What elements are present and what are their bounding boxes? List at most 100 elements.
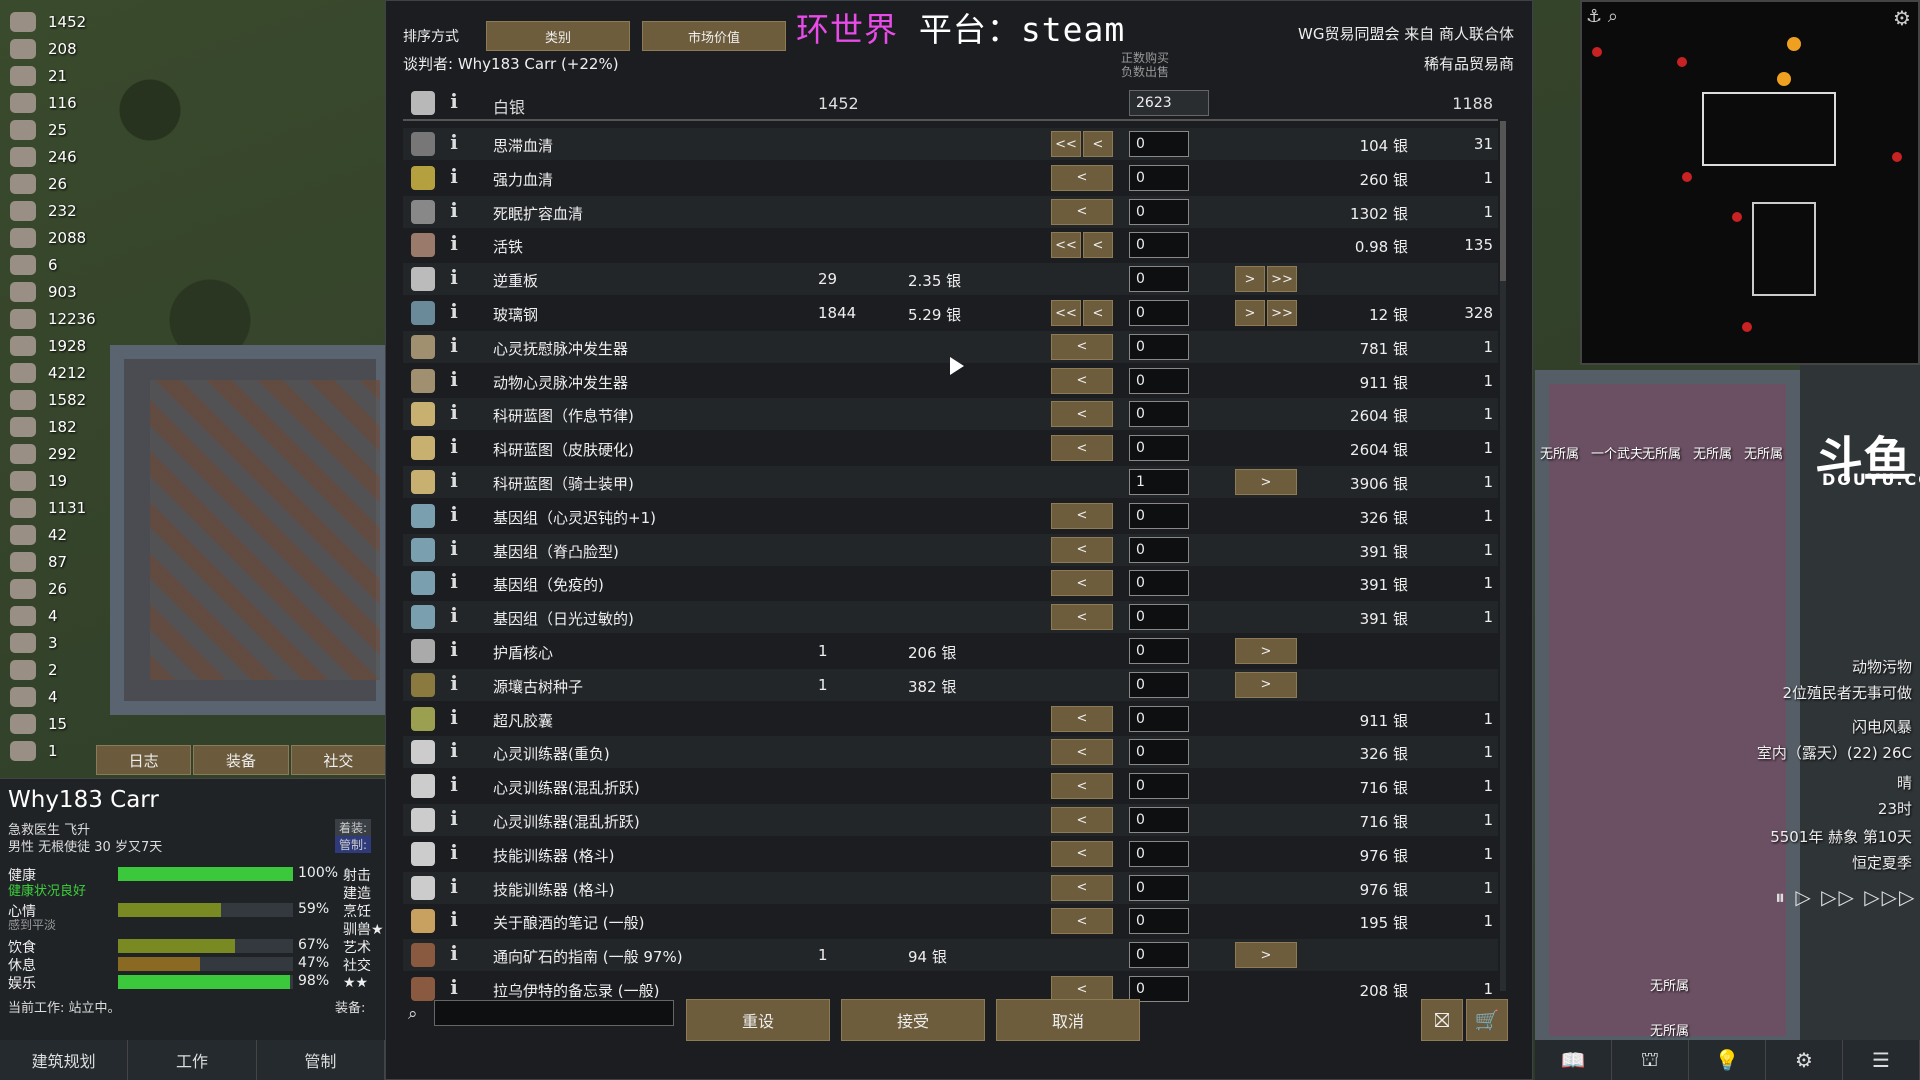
info-icon[interactable]: i	[443, 130, 465, 158]
sell-one-button[interactable]: <	[1083, 232, 1113, 259]
search-input[interactable]	[434, 1000, 674, 1026]
sell-button[interactable]: <	[1051, 435, 1113, 462]
resource-item[interactable]: 232	[0, 197, 110, 224]
resource-item[interactable]: 1582	[0, 386, 110, 413]
info-icon[interactable]: i	[443, 569, 465, 597]
info-icon[interactable]: i	[443, 400, 465, 428]
resource-item[interactable]: 4	[0, 602, 110, 629]
info-icon[interactable]: i	[443, 603, 465, 631]
book-icon[interactable]: 📖	[1535, 1040, 1612, 1080]
resource-item[interactable]: 15	[0, 710, 110, 737]
sell-button[interactable]: <	[1051, 367, 1113, 394]
info-icon[interactable]: i	[443, 840, 465, 868]
resource-item[interactable]: 87	[0, 548, 110, 575]
settings-icon[interactable]: ⚙	[1766, 1040, 1843, 1080]
qty-input[interactable]: 0	[1129, 874, 1189, 901]
anchor-icon[interactable]: ⚓ ⌕	[1586, 6, 1618, 27]
scroll-thumb[interactable]	[1500, 121, 1506, 281]
buy-button[interactable]: >	[1235, 671, 1297, 698]
qty-input[interactable]: 0	[1129, 739, 1189, 766]
qty-input[interactable]: 0	[1129, 671, 1189, 698]
sell-all-button[interactable]: <<	[1051, 131, 1081, 157]
qty-input[interactable]: 0	[1129, 367, 1189, 394]
status-text[interactable]: 动物污物	[1852, 656, 1912, 677]
sell-button[interactable]: <	[1051, 570, 1113, 597]
sell-button[interactable]: <	[1051, 705, 1113, 732]
reset-button[interactable]: 重设	[686, 999, 830, 1041]
resource-item[interactable]: 903	[0, 278, 110, 305]
sell-all-button[interactable]: <<	[1051, 232, 1081, 259]
resource-item[interactable]: 246	[0, 143, 110, 170]
info-icon[interactable]: i	[443, 164, 465, 192]
sell-one-button[interactable]: <	[1083, 300, 1113, 326]
info-icon[interactable]: i	[443, 874, 465, 902]
resource-item[interactable]: 21	[0, 62, 110, 89]
info-icon[interactable]: i	[443, 89, 465, 117]
menu-architect[interactable]: 建筑规划	[0, 1040, 129, 1080]
qty-input[interactable]: 0	[1129, 638, 1189, 664]
resource-item[interactable]: 2	[0, 656, 110, 683]
qty-input[interactable]: 0	[1129, 300, 1189, 326]
apparel-badge[interactable]: 着装:	[335, 819, 372, 836]
gear-icon[interactable]: ⚙	[1893, 6, 1911, 30]
info-icon[interactable]: i	[443, 502, 465, 530]
resource-item[interactable]: 42	[0, 521, 110, 548]
qty-input[interactable]: 0	[1129, 773, 1189, 800]
resource-item[interactable]: 6	[0, 251, 110, 278]
qty-input[interactable]: 0	[1129, 232, 1189, 259]
buy-all-button[interactable]: >>	[1267, 266, 1297, 293]
sell-button[interactable]: <	[1051, 198, 1113, 225]
sell-button[interactable]: <	[1051, 874, 1113, 901]
speed-controls[interactable]: ⏸ ▷ ▷▷ ▷▷▷	[1775, 885, 1916, 909]
info-icon[interactable]: i	[443, 671, 465, 699]
info-icon[interactable]: i	[443, 941, 465, 969]
resource-item[interactable]: 1928	[0, 332, 110, 359]
qty-input[interactable]: 0	[1129, 536, 1189, 563]
resource-item[interactable]: 26	[0, 170, 110, 197]
qty-input[interactable]: 0	[1129, 908, 1189, 935]
buy-one-button[interactable]: >	[1235, 266, 1265, 293]
qty-input[interactable]: 0	[1129, 570, 1189, 597]
cancel-button[interactable]: 取消	[996, 999, 1140, 1041]
info-icon[interactable]: i	[443, 705, 465, 733]
bed-owner-label[interactable]: 无所属	[1744, 443, 1783, 462]
info-icon[interactable]: i	[443, 231, 465, 259]
qty-input[interactable]: 0	[1129, 198, 1189, 225]
buy-button[interactable]: >	[1235, 638, 1297, 664]
info-icon[interactable]: i	[443, 772, 465, 800]
accept-button[interactable]: 接受	[841, 999, 985, 1041]
bed-owner-label[interactable]: 无所属	[1693, 443, 1732, 462]
info-icon[interactable]: i	[443, 434, 465, 462]
bed-owner-label[interactable]: 无所属	[1540, 443, 1579, 462]
sell-button[interactable]: <	[1051, 604, 1113, 631]
sell-button[interactable]: <	[1051, 840, 1113, 867]
info-icon[interactable]: i	[443, 806, 465, 834]
minimap[interactable]	[1580, 0, 1920, 365]
sort-value-button[interactable]: 市场价值	[642, 21, 786, 51]
qty-input[interactable]: 0	[1129, 435, 1189, 462]
resource-item[interactable]: 2088	[0, 224, 110, 251]
sell-button[interactable]: <	[1051, 536, 1113, 563]
resource-item[interactable]: 4	[0, 683, 110, 710]
info-icon[interactable]: i	[443, 367, 465, 395]
buy-button[interactable]: >	[1235, 942, 1297, 969]
sell-all-button[interactable]: <<	[1051, 300, 1081, 326]
sell-button[interactable]: <	[1051, 908, 1113, 935]
info-icon[interactable]: i	[443, 265, 465, 293]
qty-input[interactable]: 0	[1129, 266, 1189, 293]
cart-icon[interactable]: 🛒	[1466, 999, 1508, 1041]
status-text[interactable]: 2位殖民者无事可做	[1782, 682, 1912, 703]
qty-input[interactable]: 0	[1129, 840, 1189, 867]
bed-owner-label[interactable]: 无所属	[1642, 443, 1681, 462]
bed-owner-label[interactable]: 一个武夫	[1591, 443, 1643, 462]
info-icon[interactable]: i	[443, 536, 465, 564]
tab-gear[interactable]: 装备	[193, 745, 289, 775]
qty-input[interactable]: 0	[1129, 401, 1189, 428]
resource-item[interactable]: 182	[0, 413, 110, 440]
gift-icon[interactable]: ⛝	[1421, 999, 1463, 1041]
resource-item[interactable]: 19	[0, 467, 110, 494]
qty-input[interactable]: 1	[1129, 469, 1189, 495]
qty-input[interactable]: 0	[1129, 502, 1189, 529]
info-icon[interactable]: i	[443, 198, 465, 226]
info-icon[interactable]: i	[443, 468, 465, 496]
